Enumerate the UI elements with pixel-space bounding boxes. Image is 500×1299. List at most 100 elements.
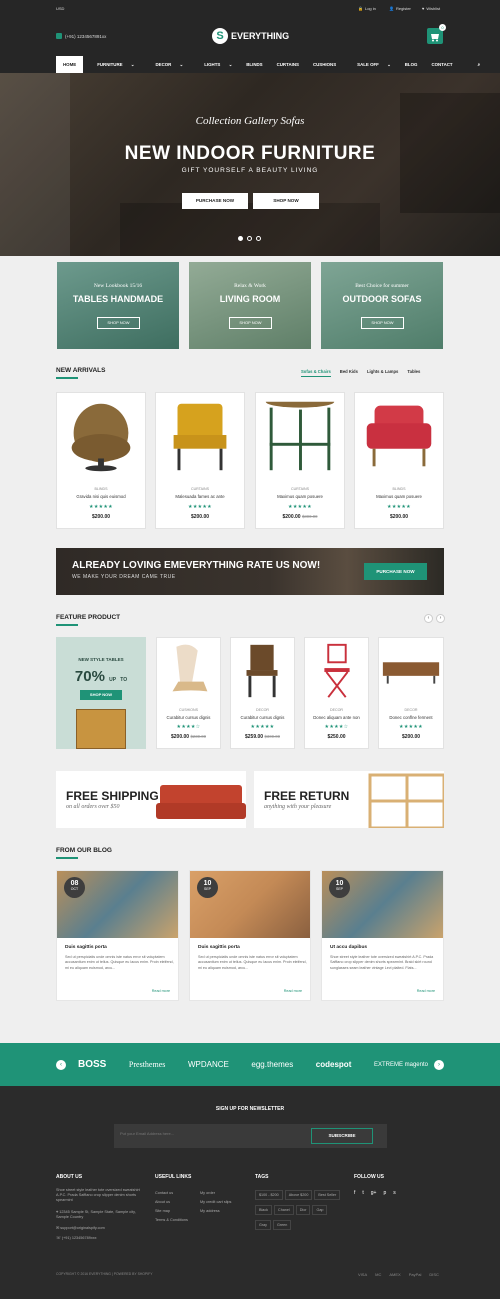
footer-link[interactable]: My address bbox=[200, 1207, 242, 1216]
nav-blog[interactable]: BLOG bbox=[398, 56, 425, 74]
blog-post[interactable]: 10 SEP Duis sagittis porta Sed ut perspic… bbox=[189, 870, 311, 1001]
next-arrow-icon[interactable]: › bbox=[436, 614, 445, 623]
product-card[interactable]: CURTAINS Malesuada fames ac ante ★★★★★ $… bbox=[155, 392, 245, 529]
feature-product-card[interactable]: CUSHIONS Curabitur cursus dignis ★★★★☆ $… bbox=[156, 637, 221, 749]
product-card[interactable]: CURTAINS Maximus quam posuere ★★★★★ $200… bbox=[255, 392, 345, 529]
footer-link[interactable]: About us bbox=[155, 1198, 197, 1207]
product-card[interactable]: BLINDS Gravida nisi quis euismod ★★★★★ $… bbox=[56, 392, 146, 529]
footer-link[interactable]: Contact us bbox=[155, 1189, 197, 1198]
promo-shop-button[interactable]: SHOP NOW bbox=[80, 690, 122, 700]
tag[interactable]: Gray bbox=[255, 1220, 271, 1230]
banner-outdoor-sofas[interactable]: Best Choice for summer OUTDOOR SOFAS SHO… bbox=[321, 262, 443, 349]
tag[interactable]: Green bbox=[273, 1220, 292, 1230]
read-more-link[interactable]: Read more bbox=[152, 989, 170, 993]
read-more-link[interactable]: Read more bbox=[417, 989, 435, 993]
brand-logo[interactable]: codespot bbox=[316, 1060, 352, 1069]
rate-purchase-button[interactable]: PURCHASE NOW bbox=[364, 563, 427, 580]
tag[interactable]: Chanel bbox=[274, 1205, 294, 1215]
read-more-link[interactable]: Read more bbox=[284, 989, 302, 993]
wishlist-link[interactable]: ♥ Wishlist bbox=[422, 6, 440, 11]
banner-shop-button[interactable]: SHOP NOW bbox=[229, 317, 272, 329]
footer-link[interactable]: Site map bbox=[155, 1207, 197, 1216]
red-armchair-image bbox=[366, 405, 432, 467]
subscribe-button[interactable]: SUBSCRIBE bbox=[311, 1128, 373, 1144]
hero-purchase-button[interactable]: PURCHASE NOW bbox=[182, 193, 248, 209]
tab-tables[interactable]: Tables bbox=[407, 369, 420, 377]
tag[interactable]: Gap bbox=[312, 1205, 328, 1215]
product-name[interactable]: Donec aliquam ante non bbox=[305, 715, 368, 720]
slider-dot[interactable] bbox=[256, 236, 261, 241]
brand-logo[interactable]: WPDANCE bbox=[188, 1060, 229, 1069]
feature-promo-banner[interactable]: NEW STYLE TABLES 70% UP TO SHOP NOW bbox=[56, 637, 146, 749]
product-name[interactable]: Maximus quam posuere bbox=[256, 494, 344, 499]
product-name[interactable]: Gravida nisi quis euismod bbox=[57, 494, 145, 499]
slider-dot[interactable] bbox=[238, 236, 243, 241]
post-title[interactable]: Duis sagittis porta bbox=[198, 945, 240, 950]
feature-product-card[interactable]: DECOR Donec aliquam ante non ★★★★☆ $250.… bbox=[304, 637, 369, 749]
search-icon[interactable]: ⌕ bbox=[460, 56, 487, 74]
tab-sofas-chairs[interactable]: Sofas & Chairs bbox=[301, 369, 331, 377]
product-price: $200.00 bbox=[355, 514, 443, 520]
blog-post[interactable]: 08 OCT Duis sagittis porta Sed ut perspic… bbox=[56, 870, 179, 1001]
tab-bed-kids[interactable]: Bed Kids bbox=[340, 369, 358, 377]
tag[interactable]: Black bbox=[255, 1205, 273, 1215]
nav-sale-off[interactable]: SALE OFF ⌄ bbox=[343, 56, 398, 74]
brand-logo[interactable]: Presthemes bbox=[129, 1060, 165, 1069]
nav-curtains[interactable]: CURTAINS bbox=[270, 56, 306, 74]
wooden-chair-image bbox=[246, 644, 278, 698]
product-name[interactable]: Maximus quam posuere bbox=[355, 494, 443, 499]
free-return-banner[interactable]: FREE RETURN anything with your pleasure bbox=[254, 771, 444, 828]
banner-title: LIVING ROOM bbox=[219, 294, 281, 304]
tab-lights-lamps[interactable]: Lights & Lamps bbox=[367, 369, 398, 377]
twitter-icon[interactable]: t bbox=[362, 1190, 363, 1196]
register-link[interactable]: 👤 Register bbox=[389, 6, 411, 11]
cart-button[interactable]: 0 bbox=[427, 24, 446, 44]
nav-contact[interactable]: CONTACT bbox=[424, 56, 459, 74]
brand-logo[interactable]: BOSS bbox=[78, 1059, 106, 1070]
newsletter-email-input[interactable]: Put your Email Address here... bbox=[120, 1131, 174, 1136]
tag[interactable]: Best Seller bbox=[314, 1190, 341, 1200]
nav-furniture[interactable]: FURNITURE ⌄ bbox=[83, 56, 141, 74]
email-text[interactable]: support@originalspify.com bbox=[60, 1226, 105, 1230]
product-name[interactable]: Curabitur cursus dignis bbox=[231, 715, 294, 720]
site-logo[interactable]: S EVERYTHING bbox=[212, 28, 289, 44]
pinterest-icon[interactable]: p bbox=[383, 1190, 386, 1196]
brands-prev-icon[interactable]: ‹ bbox=[56, 1060, 66, 1070]
product-name[interactable]: Malesuada fames ac ante bbox=[156, 494, 244, 499]
share-icon[interactable]: s bbox=[393, 1190, 396, 1196]
nav-cushions[interactable]: CUSHIONS bbox=[306, 56, 343, 74]
tag[interactable]: Above $200 bbox=[284, 1190, 313, 1200]
post-title[interactable]: Duis sagittis porta bbox=[65, 945, 107, 950]
currency-select[interactable]: USD bbox=[56, 6, 64, 11]
free-shipping-banner[interactable]: FREE SHIPPING on all orders over $50 bbox=[56, 771, 246, 828]
banner-shop-button[interactable]: SHOP NOW bbox=[97, 317, 140, 329]
nav-lights[interactable]: LIGHTS ⌄ bbox=[190, 56, 239, 74]
banner-shop-button[interactable]: SHOP NOW bbox=[361, 317, 404, 329]
footer-link[interactable]: Terms & Conditions bbox=[155, 1218, 197, 1223]
nav-blinds[interactable]: BLINDS bbox=[239, 56, 269, 74]
footer-link[interactable]: My order bbox=[200, 1189, 242, 1198]
feature-product-card[interactable]: DECOR Donec conflne ferment ★★★★★ $200.0… bbox=[378, 637, 444, 749]
tag[interactable]: Dior bbox=[295, 1205, 311, 1215]
login-link[interactable]: 🔒 Log in bbox=[358, 6, 376, 11]
product-name[interactable]: Curabitur cursus dignis bbox=[157, 715, 220, 720]
banner-living-room[interactable]: Relax & Work LIVING ROOM SHOP NOW bbox=[189, 262, 311, 349]
tag[interactable]: $100 - $200 bbox=[255, 1190, 283, 1200]
google-plus-icon[interactable]: g+ bbox=[371, 1190, 377, 1196]
feature-product-card[interactable]: DECOR Curabitur cursus dignis ★★★★★ $259… bbox=[230, 637, 295, 749]
nav-decor[interactable]: DECOR ⌄ bbox=[141, 56, 190, 74]
nav-home[interactable]: HOME bbox=[56, 56, 84, 74]
banner-tables[interactable]: New Lookbook 15/16 TABLES HANDMADE SHOP … bbox=[57, 262, 179, 349]
blog-post[interactable]: 10 SEP Ut accu dapibus Shoe street style … bbox=[321, 870, 444, 1001]
brand-logo[interactable]: egg.themes bbox=[251, 1060, 293, 1069]
slider-dot[interactable] bbox=[247, 236, 252, 241]
footer-link[interactable]: My credit cart slips bbox=[200, 1200, 242, 1205]
brand-logo[interactable]: EXTREME magento bbox=[374, 1062, 428, 1068]
prev-arrow-icon[interactable]: ‹ bbox=[424, 614, 433, 623]
post-title[interactable]: Ut accu dapibus bbox=[330, 945, 367, 950]
product-name[interactable]: Donec conflne ferment bbox=[379, 715, 443, 720]
hero-shop-button[interactable]: SHOP NOW bbox=[253, 193, 319, 209]
facebook-icon[interactable]: f bbox=[354, 1190, 355, 1196]
product-card[interactable]: BLINDS Maximus quam posuere ★★★★★ $200.0… bbox=[354, 392, 444, 529]
brands-next-icon[interactable]: › bbox=[434, 1060, 444, 1070]
